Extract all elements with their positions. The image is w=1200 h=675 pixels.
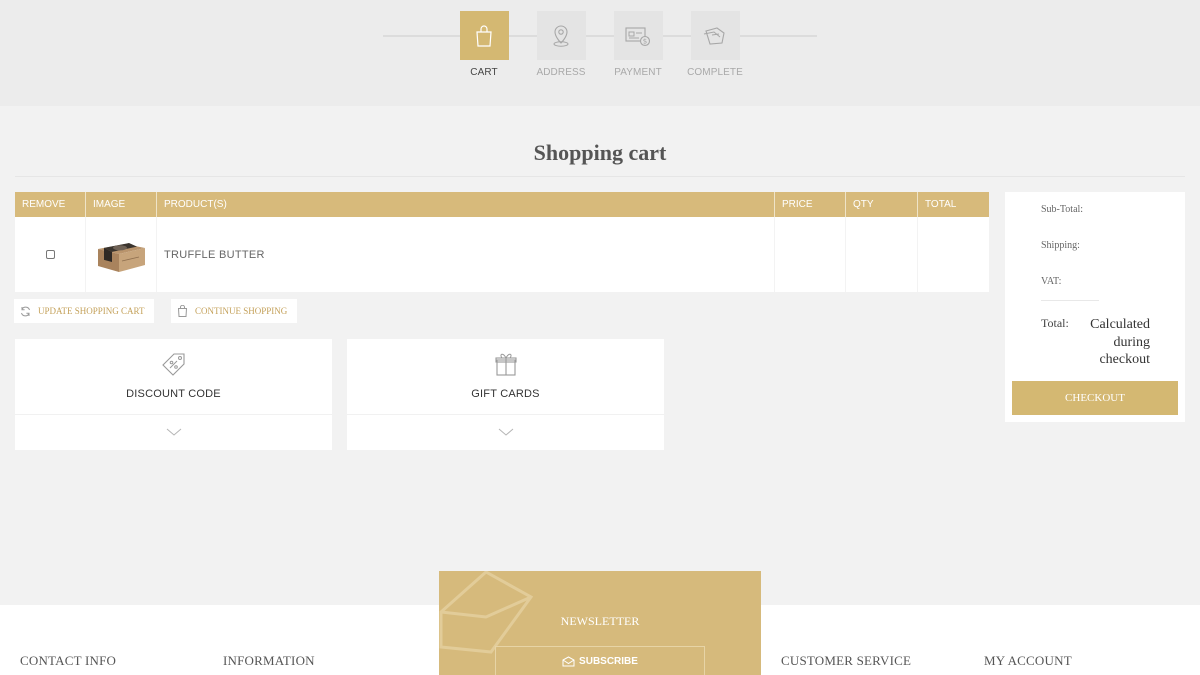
- step-cart[interactable]: CART: [449, 11, 519, 78]
- totals-divider: [1041, 300, 1099, 301]
- gift-cards-panel-header: GIFT CARDS: [347, 339, 664, 415]
- subscribe-label: SUBSCRIBE: [579, 655, 638, 667]
- step-complete[interactable]: COMPLETE: [680, 11, 750, 78]
- chevron-down-icon: [498, 428, 513, 436]
- order-totals: Sub-Total: Shipping: VAT: Total: Calcula…: [1005, 192, 1185, 422]
- shopping-bag-icon: [177, 305, 188, 317]
- step-address-label: ADDRESS: [536, 67, 586, 78]
- total-label: Total:: [1041, 316, 1069, 330]
- chevron-down-icon: [166, 428, 181, 436]
- svg-text:$: $: [643, 37, 647, 45]
- step-address[interactable]: ADDRESS: [526, 11, 596, 78]
- subscribe-button[interactable]: SUBSCRIBE: [495, 646, 705, 675]
- update-cart-label: UPDATE SHOPPING CART: [38, 306, 145, 316]
- cell-price: [775, 217, 846, 292]
- footer-contact-info[interactable]: CONTACT INFO: [20, 653, 116, 669]
- continue-shopping-button[interactable]: CONTINUE SHOPPING: [171, 299, 298, 323]
- step-cart-box: [459, 11, 509, 60]
- header-price: PRICE: [775, 192, 846, 217]
- header-remove: REMOVE: [15, 192, 86, 217]
- update-cart-button[interactable]: UPDATE SHOPPING CART: [14, 299, 155, 323]
- footer-customer-service[interactable]: CUSTOMER SERVICE: [781, 653, 911, 669]
- total-value: Calculated during checkout: [1090, 317, 1150, 367]
- discount-tag-icon: [161, 353, 185, 376]
- complete-tags-icon: [703, 26, 725, 45]
- title-divider: [15, 176, 1185, 177]
- header-qty: QTY: [846, 192, 918, 217]
- step-payment-label: PAYMENT: [614, 67, 662, 78]
- checkout-progress: CART ADDRESS $ PAYMENT COMPLETE: [0, 0, 1200, 106]
- header-image: IMAGE: [86, 192, 157, 217]
- step-complete-label: COMPLETE: [687, 67, 743, 78]
- cell-remove: [15, 217, 86, 292]
- footer-information[interactable]: INFORMATION: [223, 653, 315, 669]
- payment-card-icon: $: [625, 26, 651, 46]
- header-products: PRODUCT(S): [157, 192, 775, 217]
- gift-cards-expand-toggle[interactable]: [347, 415, 664, 449]
- product-name[interactable]: TRUFFLE BUTTER: [157, 217, 775, 292]
- refresh-icon: [21, 306, 30, 316]
- step-payment-box: $: [613, 11, 663, 60]
- vat-label: VAT:: [1041, 276, 1062, 287]
- product-image[interactable]: [95, 235, 147, 275]
- cell-qty: [846, 217, 918, 292]
- header-total: TOTAL: [925, 199, 957, 210]
- page-title: Shopping cart: [533, 140, 667, 165]
- checkout-button[interactable]: CHECKOUT: [1012, 381, 1178, 415]
- remove-checkbox[interactable]: [45, 250, 55, 259]
- discount-panel-header: DISCOUNT CODE: [15, 339, 332, 415]
- step-payment[interactable]: $ PAYMENT: [603, 11, 673, 78]
- newsletter-title: NEWSLETTER: [560, 614, 640, 628]
- gift-cards-panel[interactable]: GIFT CARDS: [347, 339, 664, 450]
- continue-shopping-label: CONTINUE SHOPPING: [195, 306, 288, 316]
- discount-code-title: DISCOUNT CODE: [126, 388, 221, 400]
- shipping-label: Shipping:: [1041, 240, 1080, 251]
- gift-box-icon: [494, 353, 517, 376]
- table-row: TRUFFLE BUTTER: [15, 217, 989, 292]
- subtotal-label: Sub-Total:: [1041, 204, 1084, 215]
- step-cart-label: CART: [470, 67, 498, 78]
- table-header: REMOVE IMAGE PRODUCT(S) PRICE QTY TOTAL: [15, 192, 989, 217]
- step-complete-box: [690, 11, 740, 60]
- location-pin-icon: [553, 24, 569, 47]
- cell-total: [918, 217, 989, 292]
- newsletter-block: NEWSLETTER SUBSCRIBE: [439, 571, 761, 675]
- step-address-box: [536, 11, 586, 60]
- footer-my-account[interactable]: MY ACCOUNT: [984, 653, 1072, 669]
- gift-cards-title: GIFT CARDS: [471, 388, 540, 400]
- envelope-icon: [562, 655, 575, 666]
- shopping-bag-icon: [476, 24, 492, 47]
- discount-expand-toggle[interactable]: [15, 415, 332, 449]
- discount-code-panel[interactable]: DISCOUNT CODE: [15, 339, 332, 450]
- cart-table: REMOVE IMAGE PRODUCT(S) PRICE QTY TOTAL …: [15, 192, 989, 292]
- cell-image: [86, 217, 157, 292]
